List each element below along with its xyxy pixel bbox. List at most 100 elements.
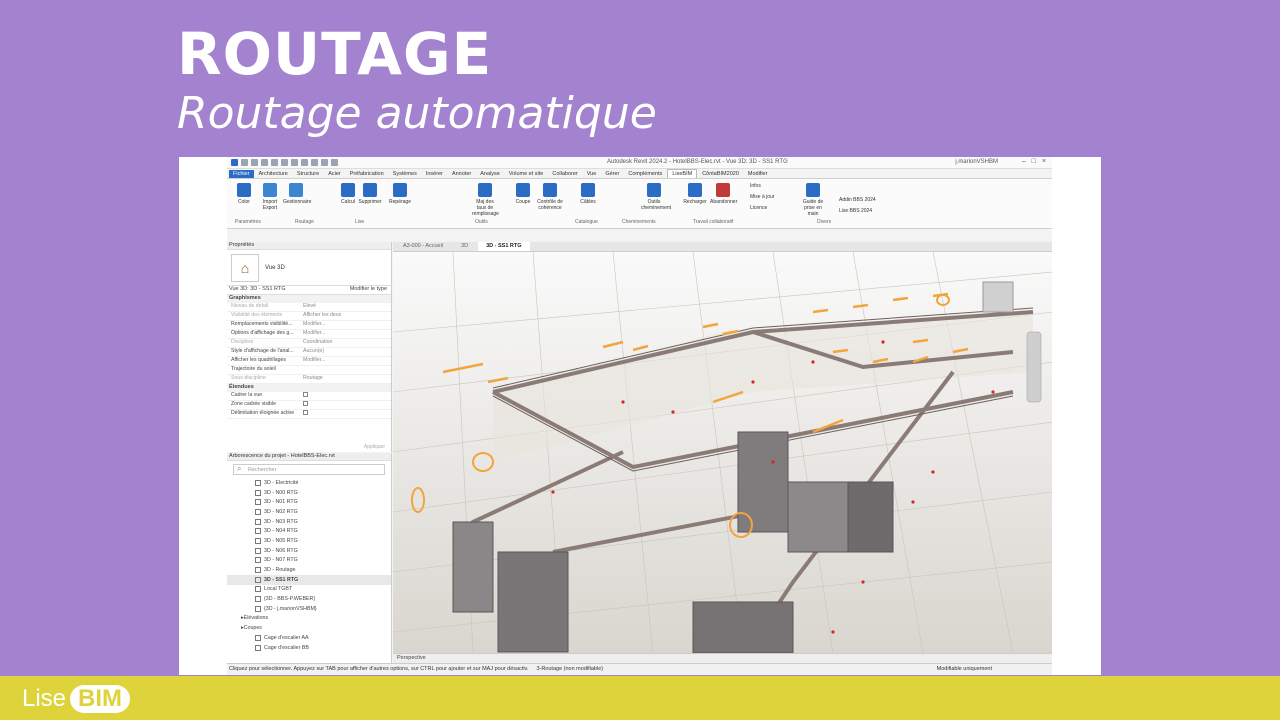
ribbon-tab[interactable]: Vue xyxy=(583,170,601,178)
checkbox[interactable] xyxy=(303,392,308,398)
section-icon[interactable] xyxy=(331,159,338,166)
ribbon-button[interactable]: Coupe xyxy=(510,183,536,205)
3d-view-icon[interactable] xyxy=(321,159,328,166)
property-row[interactable]: Afficher les quadrillages Modifier... xyxy=(227,357,391,366)
close-icon[interactable]: × xyxy=(1042,158,1046,165)
browser-search-input[interactable]: Rechercher xyxy=(233,464,385,475)
ribbon-tab[interactable]: Gérer xyxy=(601,170,623,178)
ribbon-button[interactable]: Recharger xyxy=(682,183,708,205)
print-icon[interactable] xyxy=(291,159,298,166)
ribbon-tab[interactable]: CôntaBIM2020 xyxy=(698,170,743,178)
browser-item[interactable]: 3D - N07 RTG xyxy=(227,556,391,566)
ribbon-tab[interactable]: Annoter xyxy=(448,170,475,178)
browser-item[interactable]: {3D - BBS-P.WEBER} xyxy=(227,594,391,604)
browser-item[interactable]: ▸ Coupes xyxy=(227,623,391,633)
property-row[interactable]: Sous-discipline Routage xyxy=(227,375,391,384)
property-row[interactable]: Discipline Coordination xyxy=(227,339,391,348)
browser-item[interactable]: 3D - N05 RTG xyxy=(227,536,391,546)
view-tab[interactable]: A3-000 - Accueil xyxy=(395,242,451,251)
navigation-bar[interactable] xyxy=(1026,331,1042,403)
property-value[interactable]: Modifier... xyxy=(301,330,391,338)
ribbon-button[interactable]: Abandonner xyxy=(710,183,737,205)
ribbon-button[interactable]: Câbles xyxy=(575,183,601,205)
checkbox[interactable] xyxy=(303,401,308,407)
property-value[interactable]: Modifier... xyxy=(301,357,391,365)
undo-icon[interactable] xyxy=(271,159,278,166)
extent-checkbox[interactable] xyxy=(301,401,391,409)
extent-checkbox[interactable] xyxy=(301,410,391,418)
text-icon[interactable] xyxy=(311,159,318,166)
ribbon-button[interactable]: Contrôle de cohérence xyxy=(537,183,563,211)
ribbon-button[interactable]: Outils cheminement xyxy=(641,183,671,211)
edit-type-button[interactable]: Modifier le type xyxy=(350,286,387,294)
apply-button[interactable]: Appliquer xyxy=(364,444,385,450)
property-row[interactable]: Style d'affichage de l'anal... Aucun(e) xyxy=(227,348,391,357)
browser-item[interactable]: 3D - N06 RTG xyxy=(227,546,391,556)
property-row[interactable]: Visibilité des éléments Afficher les deux xyxy=(227,312,391,321)
property-row[interactable]: Niveau de détail Élevé xyxy=(227,303,391,312)
ribbon-tab[interactable]: Préfabrication xyxy=(346,170,388,178)
view-tab[interactable]: 3D - SS1 RTG xyxy=(478,242,530,251)
minimize-icon[interactable]: – xyxy=(1022,158,1026,165)
ribbon-tab[interactable]: Systèmes xyxy=(389,170,421,178)
type-selector[interactable]: ⌂ Vue 3D xyxy=(227,250,391,286)
ribbon-button[interactable]: Guide de prise en main xyxy=(800,183,826,217)
browser-item[interactable]: Cage d'escalier AA xyxy=(227,633,391,643)
ribbon-tab[interactable]: Modifier xyxy=(744,170,772,178)
checkbox[interactable] xyxy=(303,410,308,416)
ribbon-tab[interactable]: Structure xyxy=(293,170,323,178)
modifiable-filter[interactable]: Modifiable uniquement xyxy=(937,664,1052,675)
browser-item[interactable]: 3D - Routage xyxy=(227,565,391,575)
ribbon-button[interactable]: Supprimer xyxy=(357,183,383,205)
extent-row[interactable]: Cadrer la vue xyxy=(227,392,391,401)
revit-logo-icon[interactable] xyxy=(231,159,238,166)
3d-model-canvas[interactable] xyxy=(393,252,1052,653)
view-tab[interactable]: 3D xyxy=(453,242,476,251)
extent-checkbox[interactable] xyxy=(301,392,391,400)
ribbon-tab[interactable]: Compléments xyxy=(624,170,666,178)
ribbon-small-button[interactable]: Lise BBS 2024 xyxy=(839,208,872,214)
measure-icon[interactable] xyxy=(301,159,308,166)
view-selector[interactable]: Vue 3D: 3D - SS1 RTG Modifier le type xyxy=(227,286,391,295)
browser-item[interactable]: Cage d'escalier BB xyxy=(227,643,391,653)
property-row[interactable]: Options d'affichage des g... Modifier... xyxy=(227,330,391,339)
ribbon-tab[interactable]: Acier xyxy=(324,170,345,178)
extent-row[interactable]: Zone cadrée visible xyxy=(227,401,391,410)
ribbon-button[interactable]: Gestionnaire xyxy=(283,183,311,205)
ribbon-small-button[interactable]: Licence xyxy=(750,205,767,211)
ribbon-tab[interactable]: Fichier xyxy=(229,170,254,178)
ribbon-button[interactable]: Color xyxy=(231,183,257,205)
browser-item[interactable]: 3D - N00 RTG xyxy=(227,488,391,498)
property-row[interactable]: Trajectoire du soleil xyxy=(227,366,391,375)
view-projection[interactable]: Perspective xyxy=(397,655,426,661)
browser-item[interactable]: 3D - N01 RTG xyxy=(227,497,391,507)
ribbon-tab[interactable]: Collaborer xyxy=(548,170,581,178)
ribbon-tab[interactable]: Volume et site xyxy=(505,170,548,178)
browser-item[interactable]: 3D - N03 RTG xyxy=(227,517,391,527)
ribbon-small-button[interactable]: Infos xyxy=(750,183,761,189)
ribbon-button[interactable]: Import Export xyxy=(257,183,283,211)
save-icon[interactable] xyxy=(251,159,258,166)
ribbon-button[interactable]: Repérage xyxy=(387,183,413,205)
property-row[interactable]: Remplacements visibilité... Modifier... xyxy=(227,321,391,330)
property-value[interactable]: Modifier... xyxy=(301,321,391,329)
redo-icon[interactable] xyxy=(281,159,288,166)
browser-item[interactable]: 3D - Electricité xyxy=(227,478,391,488)
browser-item[interactable]: {3D - j.marionVSHBM} xyxy=(227,604,391,614)
ribbon-small-button[interactable]: Addin BBS 2024 xyxy=(839,197,876,203)
active-model[interactable]: 3-Routage (non modifiable) xyxy=(536,664,603,675)
ribbon-tab[interactable]: Analyse xyxy=(476,170,504,178)
browser-item[interactable]: Local TGBT xyxy=(227,585,391,595)
maximize-icon[interactable]: □ xyxy=(1032,158,1036,165)
browser-item[interactable]: ▸ Élévations xyxy=(227,614,391,624)
browser-item[interactable]: 3D - N04 RTG xyxy=(227,526,391,536)
ribbon-tab[interactable]: Insérer xyxy=(422,170,447,178)
graphics-section[interactable]: Graphismes xyxy=(227,295,391,303)
sync-icon[interactable] xyxy=(261,159,268,166)
ribbon-button[interactable]: Maj des taux de remplissage xyxy=(472,183,499,217)
ribbon-tab[interactable]: LiseBIM xyxy=(667,169,698,178)
user-name[interactable]: j.marionVSHBM xyxy=(955,159,998,165)
extents-section[interactable]: Étendues xyxy=(227,384,391,392)
browser-item[interactable]: 3D - SS1 RTG xyxy=(227,574,391,585)
browser-item[interactable]: 3D - N02 RTG xyxy=(227,507,391,517)
